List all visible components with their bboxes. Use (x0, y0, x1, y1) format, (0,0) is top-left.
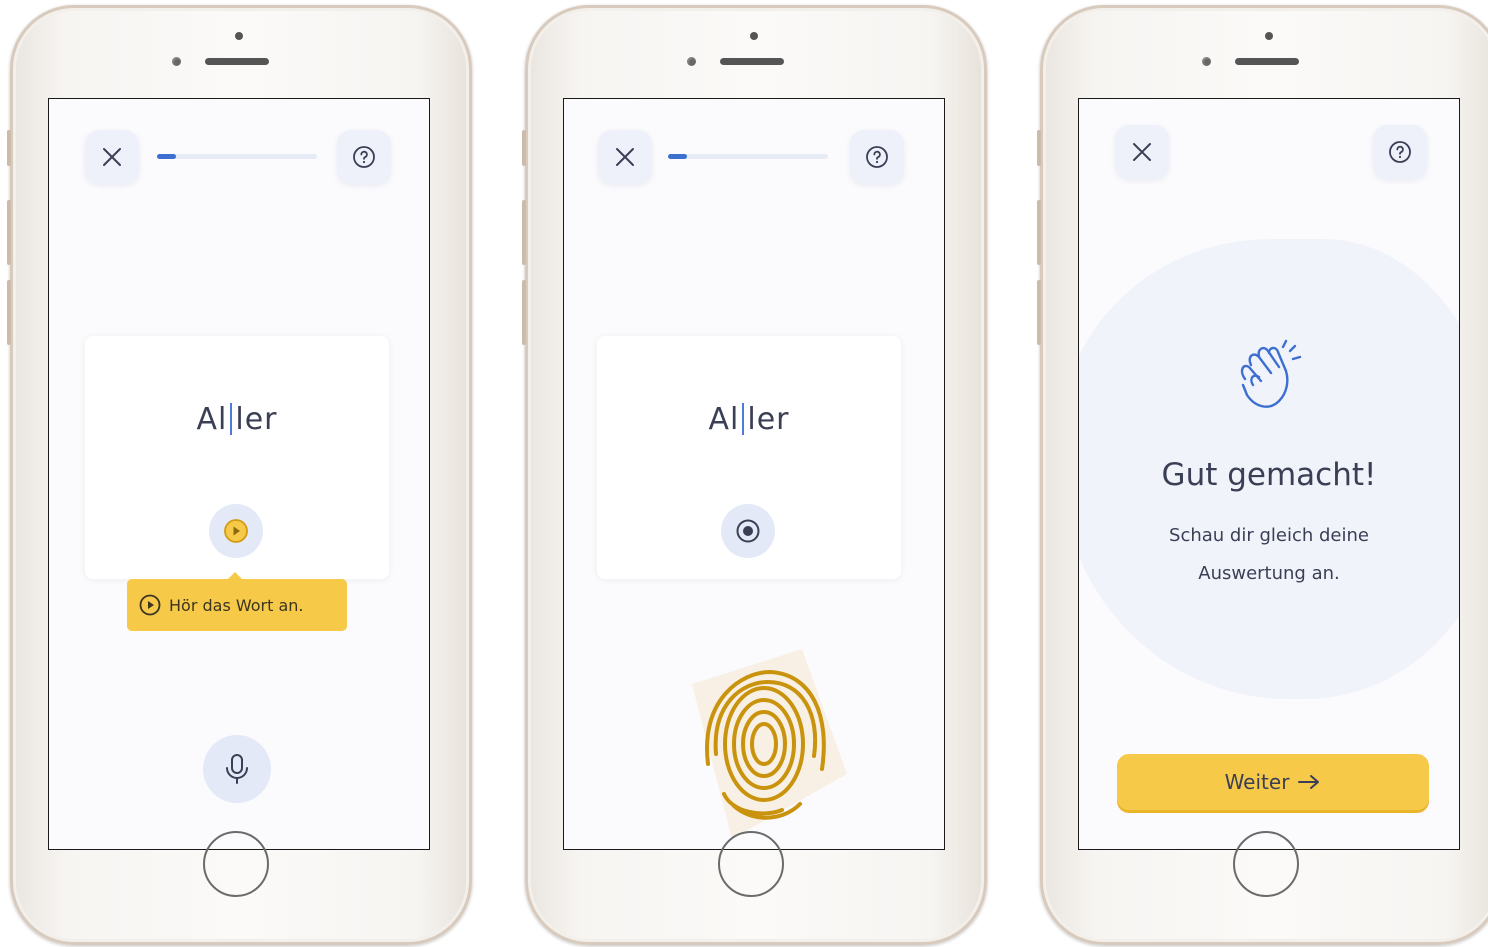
front-camera (1265, 32, 1273, 40)
play-circle-icon (139, 594, 161, 616)
success-title: Gut gemacht! (1161, 457, 1377, 493)
syllable-2: ler (747, 402, 790, 437)
syllable-separator (230, 403, 233, 435)
front-camera (750, 32, 758, 40)
arrow-right-icon (1298, 775, 1320, 789)
hint-tooltip: Hör das Wort an. (127, 572, 347, 631)
earpiece-speaker (1235, 58, 1299, 65)
help-button[interactable] (850, 130, 904, 184)
syllable-2: ler (235, 402, 278, 437)
clapping-hands-icon (1240, 339, 1302, 408)
close-button[interactable] (85, 130, 139, 184)
microphone-icon (226, 754, 248, 784)
home-button[interactable] (718, 831, 784, 897)
stop-icon (736, 519, 760, 543)
close-icon (103, 148, 121, 166)
syllable-word: Al ler (597, 402, 901, 437)
earpiece-speaker (720, 58, 784, 65)
progress-bar (157, 154, 317, 159)
screen-completed: Gut gemacht! Schau dir gleich deine Ausw… (1078, 98, 1460, 850)
success-subtitle: Schau dir gleich deine Auswertung an. (1119, 517, 1419, 593)
proximity-sensor (1202, 57, 1211, 66)
close-button[interactable] (598, 130, 652, 184)
earpiece-speaker (205, 58, 269, 65)
stop-button[interactable] (721, 504, 775, 558)
subtitle-line-2: Auswertung an. (1198, 563, 1340, 584)
help-icon (1389, 141, 1411, 163)
phone-frame-1: Al ler Hör das Wort an. (7, 5, 472, 945)
help-button[interactable] (1373, 125, 1427, 179)
subtitle-line-1: Schau dir gleich deine (1169, 525, 1369, 546)
syllable-1: Al (196, 402, 228, 437)
help-icon (866, 146, 888, 168)
progress-bar (668, 154, 828, 159)
close-icon (1133, 143, 1151, 161)
word-card: Al ler (85, 336, 389, 579)
syllable-1: Al (708, 402, 740, 437)
fingerprint-icon (692, 649, 847, 839)
tooltip-text: Hör das Wort an. (169, 595, 304, 615)
home-button[interactable] (1233, 831, 1299, 897)
microphone-button[interactable] (203, 735, 271, 803)
play-icon (224, 519, 248, 543)
phone-frame-3: Gut gemacht! Schau dir gleich deine Ausw… (1037, 5, 1488, 945)
continue-button[interactable]: Weiter (1117, 754, 1429, 810)
help-icon (353, 146, 375, 168)
phone-frame-2: Al ler (522, 5, 987, 945)
screen-listen: Al ler Hör das Wort an. (48, 98, 430, 850)
play-button[interactable] (209, 504, 263, 558)
proximity-sensor (687, 57, 696, 66)
continue-button-label: Weiter (1224, 770, 1290, 794)
front-camera (235, 32, 243, 40)
syllable-word: Al ler (85, 402, 389, 437)
home-button[interactable] (203, 831, 269, 897)
proximity-sensor (172, 57, 181, 66)
help-button[interactable] (337, 130, 391, 184)
close-icon (616, 148, 634, 166)
syllable-separator (742, 403, 745, 435)
screen-recording: Al ler (563, 98, 945, 850)
fingerprint-indicator (672, 644, 852, 844)
close-button[interactable] (1115, 125, 1169, 179)
clapping-hands (1231, 339, 1307, 419)
word-card: Al ler (597, 336, 901, 579)
